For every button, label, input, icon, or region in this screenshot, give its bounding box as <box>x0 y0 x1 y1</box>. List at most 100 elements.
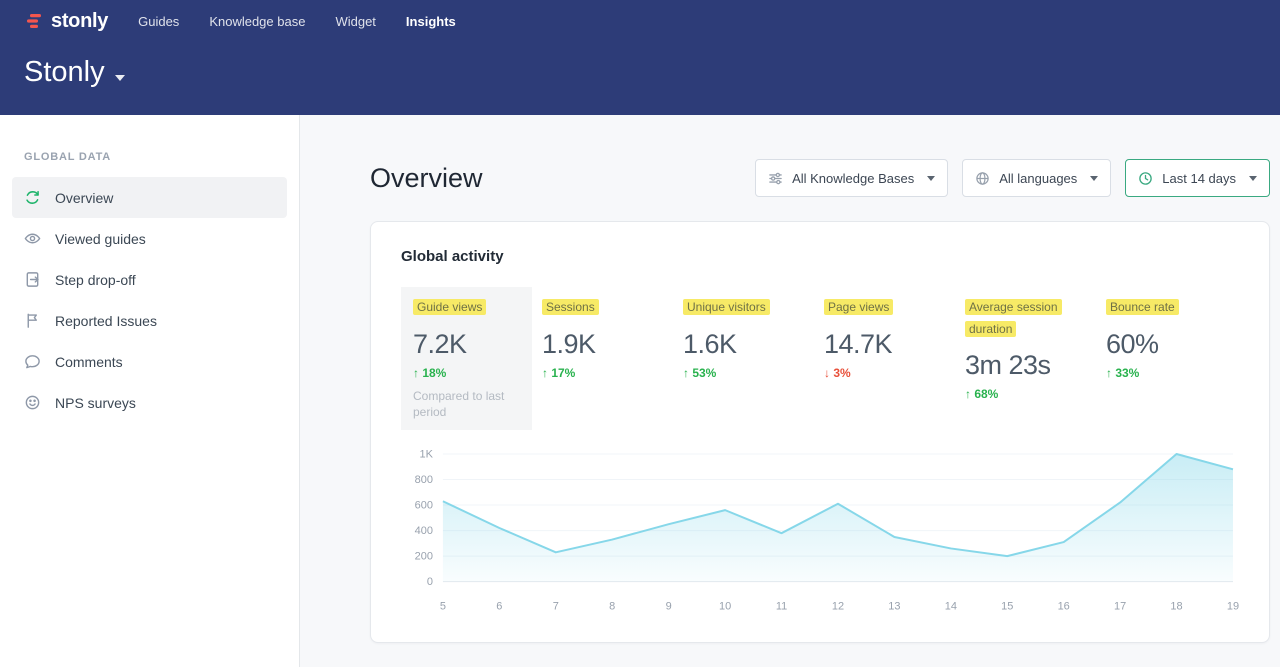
metric-value: 3m 23s <box>965 350 1096 381</box>
overview-refresh-icon <box>24 189 41 206</box>
metric-value: 60% <box>1106 329 1237 360</box>
svg-text:5: 5 <box>440 601 446 613</box>
metric-value: 7.2K <box>413 329 520 360</box>
nav-guides[interactable]: Guides <box>138 14 179 29</box>
svg-text:200: 200 <box>415 551 433 563</box>
global-activity-card: Global activity Guide views 7.2K ↑ 18% C… <box>370 221 1270 643</box>
step-dropoff-icon <box>24 271 41 288</box>
page-head: Overview All Knowledge Bases <box>370 159 1270 197</box>
metric-unique-visitors[interactable]: Unique visitors 1.6K ↑ 53% <box>683 287 814 430</box>
svg-text:18: 18 <box>1170 601 1182 613</box>
eye-icon <box>24 230 41 247</box>
workspace-title[interactable]: Stonly <box>24 56 105 89</box>
filter-label: All Knowledge Bases <box>792 171 914 186</box>
metric-value: 1.9K <box>542 329 673 360</box>
metric-change: ↑ 17% <box>542 366 673 380</box>
svg-text:15: 15 <box>1001 601 1013 613</box>
sidebar-item-overview[interactable]: Overview <box>12 177 287 218</box>
sidebar-section-title: GLOBAL DATA <box>0 151 299 163</box>
svg-text:11: 11 <box>776 601 787 613</box>
sidebar-item-step-drop-off[interactable]: Step drop-off <box>12 259 287 300</box>
metric-value: 14.7K <box>824 329 955 360</box>
comment-icon <box>24 353 41 370</box>
metric-label: Average session duration <box>965 299 1062 337</box>
metric-change: ↑ 33% <box>1106 366 1237 380</box>
svg-text:16: 16 <box>1058 601 1070 613</box>
sidebar-item-label: NPS surveys <box>55 395 136 411</box>
top-header: stonly Guides Knowledge base Widget Insi… <box>0 0 1280 115</box>
nav-widget[interactable]: Widget <box>335 14 375 29</box>
svg-text:7: 7 <box>553 601 559 613</box>
metric-label: Guide views <box>413 299 486 315</box>
svg-text:6: 6 <box>496 601 502 613</box>
date-range-filter[interactable]: Last 14 days <box>1125 159 1270 197</box>
svg-text:12: 12 <box>832 601 844 613</box>
metric-avg-session-duration[interactable]: Average session duration 3m 23s ↑ 68% <box>965 287 1096 430</box>
svg-text:10: 10 <box>719 601 731 613</box>
clock-icon <box>1138 171 1153 186</box>
svg-text:0: 0 <box>427 576 433 588</box>
sidebar-item-label: Reported Issues <box>55 313 157 329</box>
stonly-logo-icon <box>24 11 44 31</box>
nav-knowledge-base[interactable]: Knowledge base <box>209 14 305 29</box>
card-title: Global activity <box>401 248 1239 265</box>
metric-value: 1.6K <box>683 329 814 360</box>
metrics-row: Guide views 7.2K ↑ 18% Compared to last … <box>401 287 1239 430</box>
svg-text:14: 14 <box>945 601 957 613</box>
filter-label: All languages <box>999 171 1077 186</box>
workspace-header: Stonly <box>0 42 1280 89</box>
sliders-icon <box>768 171 783 186</box>
stonly-logo[interactable]: stonly <box>24 10 108 33</box>
chevron-down-icon <box>1249 176 1257 181</box>
svg-text:19: 19 <box>1227 601 1239 613</box>
metric-change: ↑ 68% <box>965 387 1096 401</box>
svg-text:13: 13 <box>888 601 900 613</box>
filters-bar: All Knowledge Bases All languages <box>755 159 1270 197</box>
metric-label: Bounce rate <box>1106 299 1179 315</box>
global-activity-chart: 0 200 400 600 800 1K 5 6 7 8 9 10 11 12 13 14 15 16 17 18 19 <box>401 444 1239 616</box>
metric-note: Compared to last period <box>413 388 520 420</box>
chevron-down-icon <box>927 176 935 181</box>
metric-change: ↓ 3% <box>824 366 955 380</box>
sidebar-item-label: Comments <box>55 354 123 370</box>
knowledge-bases-filter[interactable]: All Knowledge Bases <box>755 159 948 197</box>
metric-change: ↑ 18% <box>413 366 520 380</box>
svg-text:8: 8 <box>609 601 615 613</box>
svg-text:400: 400 <box>415 525 433 537</box>
metric-label: Unique visitors <box>683 299 770 315</box>
sidebar-item-label: Viewed guides <box>55 231 146 247</box>
svg-text:1K: 1K <box>420 448 434 460</box>
svg-text:800: 800 <box>415 474 433 486</box>
filter-label: Last 14 days <box>1162 171 1236 186</box>
flag-icon <box>24 312 41 329</box>
sidebar-item-label: Step drop-off <box>55 272 136 288</box>
metric-label: Sessions <box>542 299 599 315</box>
globe-icon <box>975 171 990 186</box>
top-navbar: stonly Guides Knowledge base Widget Insi… <box>0 0 1280 42</box>
main-content: Overview All Knowledge Bases <box>300 115 1280 667</box>
languages-filter[interactable]: All languages <box>962 159 1111 197</box>
svg-text:17: 17 <box>1114 601 1126 613</box>
chevron-down-icon[interactable] <box>115 75 125 81</box>
svg-text:600: 600 <box>415 500 433 512</box>
chevron-down-icon <box>1090 176 1098 181</box>
metric-change: ↑ 53% <box>683 366 814 380</box>
sidebar-item-nps-surveys[interactable]: NPS surveys <box>12 382 287 423</box>
metric-guide-views[interactable]: Guide views 7.2K ↑ 18% Compared to last … <box>401 287 532 430</box>
metric-page-views[interactable]: Page views 14.7K ↓ 3% <box>824 287 955 430</box>
sidebar: GLOBAL DATA Overview Viewed guides Step <box>0 115 300 667</box>
sidebar-item-reported-issues[interactable]: Reported Issues <box>12 300 287 341</box>
metric-label: Page views <box>824 299 893 315</box>
primary-nav: Guides Knowledge base Widget Insights <box>138 14 456 29</box>
metric-bounce-rate[interactable]: Bounce rate 60% ↑ 33% <box>1106 287 1237 430</box>
nav-insights[interactable]: Insights <box>406 14 456 29</box>
metric-sessions[interactable]: Sessions 1.9K ↑ 17% <box>542 287 673 430</box>
sidebar-item-viewed-guides[interactable]: Viewed guides <box>12 218 287 259</box>
logo-text: stonly <box>51 10 108 33</box>
page-title: Overview <box>370 163 483 194</box>
sidebar-item-comments[interactable]: Comments <box>12 341 287 382</box>
smiley-icon <box>24 394 41 411</box>
svg-text:9: 9 <box>666 601 672 613</box>
app-body: GLOBAL DATA Overview Viewed guides Step <box>0 115 1280 667</box>
sidebar-item-label: Overview <box>55 190 113 206</box>
